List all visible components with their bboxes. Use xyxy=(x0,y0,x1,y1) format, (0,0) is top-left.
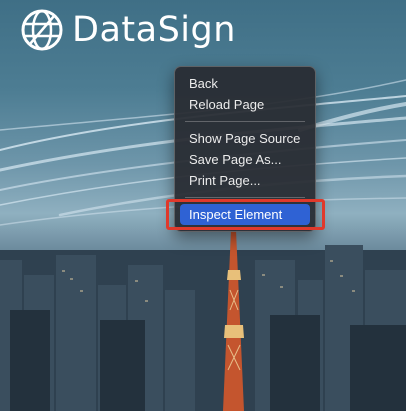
webpage-background: DataSign Back Reload Page Show Page Sour… xyxy=(0,0,406,411)
menu-item-inspect-element[interactable]: Inspect Element xyxy=(180,204,310,225)
brand-name: DataSign xyxy=(72,10,236,50)
city-skyline-decoration xyxy=(0,230,406,411)
menu-item-show-page-source[interactable]: Show Page Source xyxy=(180,128,310,149)
menu-separator xyxy=(185,197,305,198)
menu-item-print-page[interactable]: Print Page... xyxy=(180,170,310,191)
globe-icon xyxy=(21,9,63,51)
menu-item-save-page-as[interactable]: Save Page As... xyxy=(180,149,310,170)
menu-item-back[interactable]: Back xyxy=(180,73,310,94)
context-menu: Back Reload Page Show Page Source Save P… xyxy=(174,66,316,232)
menu-item-reload-page[interactable]: Reload Page xyxy=(180,94,310,115)
menu-separator xyxy=(185,121,305,122)
brand-logo[interactable]: DataSign xyxy=(20,8,236,52)
